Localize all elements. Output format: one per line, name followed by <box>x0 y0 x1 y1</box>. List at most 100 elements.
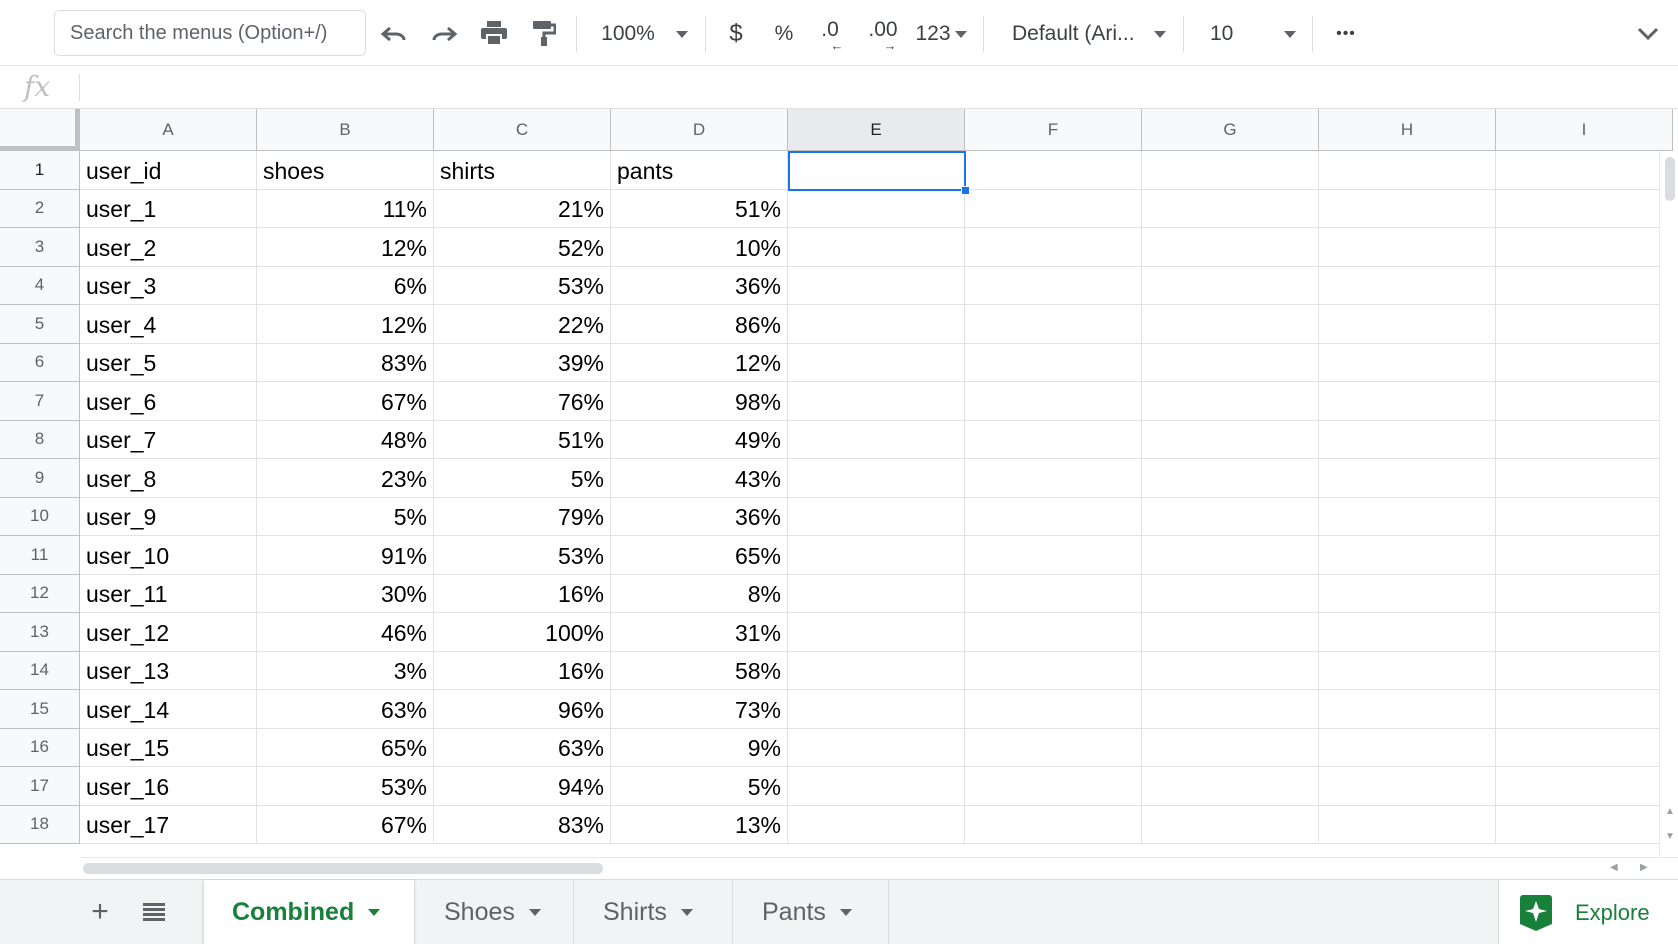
table-cell[interactable] <box>1319 497 1496 536</box>
table-cell[interactable]: 23% <box>257 459 434 498</box>
scroll-right-icon[interactable]: ▶ <box>1640 862 1648 873</box>
table-cell[interactable] <box>1142 536 1319 575</box>
row-header[interactable]: 15 <box>0 690 80 729</box>
all-sheets-icon[interactable] <box>138 896 170 928</box>
table-cell[interactable] <box>965 382 1142 421</box>
tab-pants[interactable]: Pants <box>734 880 889 944</box>
tab-shoes[interactable]: Shoes <box>416 880 574 944</box>
table-cell[interactable] <box>788 805 965 844</box>
table-cell[interactable] <box>965 690 1142 729</box>
table-cell[interactable] <box>1496 228 1673 267</box>
table-cell[interactable] <box>965 728 1142 767</box>
more-formats-button[interactable]: 123 <box>912 16 970 52</box>
table-cell[interactable]: 58% <box>611 651 788 690</box>
redo-icon[interactable] <box>426 16 462 52</box>
table-cell[interactable] <box>1142 574 1319 613</box>
table-cell[interactable]: user_7 <box>80 420 257 459</box>
row-header[interactable]: 6 <box>0 343 80 382</box>
table-cell[interactable] <box>965 420 1142 459</box>
table-cell[interactable]: 76% <box>434 382 611 421</box>
table-cell[interactable] <box>1496 613 1673 652</box>
table-cell[interactable] <box>788 266 965 305</box>
table-cell[interactable]: 51% <box>611 189 788 228</box>
table-cell[interactable]: 5% <box>434 459 611 498</box>
table-cell[interactable] <box>1496 651 1673 690</box>
table-cell[interactable] <box>1319 536 1496 575</box>
table-cell[interactable]: user_4 <box>80 305 257 344</box>
horizontal-scroll-thumb[interactable] <box>83 863 603 874</box>
table-cell[interactable] <box>788 574 965 613</box>
table-cell[interactable]: 83% <box>434 805 611 844</box>
row-header[interactable]: 14 <box>0 651 80 690</box>
table-cell[interactable] <box>1319 382 1496 421</box>
table-cell[interactable]: 11% <box>257 189 434 228</box>
table-cell[interactable] <box>788 613 965 652</box>
table-cell[interactable]: 12% <box>257 305 434 344</box>
table-cell[interactable] <box>965 613 1142 652</box>
table-cell[interactable]: 3% <box>257 651 434 690</box>
row-header[interactable]: 12 <box>0 574 80 613</box>
table-cell[interactable] <box>1496 690 1673 729</box>
table-cell[interactable] <box>1496 343 1673 382</box>
table-cell[interactable] <box>1319 651 1496 690</box>
table-cell[interactable]: user_id <box>80 151 257 190</box>
horizontal-scrollbar[interactable]: ◀ ▶ <box>80 857 1678 879</box>
currency-format-button[interactable]: $ <box>720 16 752 52</box>
table-cell[interactable]: 96% <box>434 690 611 729</box>
table-cell[interactable] <box>788 497 965 536</box>
table-cell[interactable] <box>1319 189 1496 228</box>
table-cell[interactable] <box>1319 343 1496 382</box>
table-cell[interactable]: 16% <box>434 574 611 613</box>
table-cell[interactable]: 67% <box>257 382 434 421</box>
table-cell[interactable] <box>1142 420 1319 459</box>
table-cell[interactable] <box>1319 228 1496 267</box>
table-cell[interactable] <box>1496 266 1673 305</box>
row-header[interactable]: 2 <box>0 189 80 228</box>
table-cell[interactable]: 13% <box>611 805 788 844</box>
table-cell[interactable] <box>788 151 965 190</box>
table-cell[interactable]: 91% <box>257 536 434 575</box>
print-icon[interactable] <box>476 15 512 51</box>
column-header-i[interactable]: I <box>1496 109 1673 151</box>
column-header-c[interactable]: C <box>434 109 611 151</box>
scroll-up-icon[interactable]: ▲ <box>1665 806 1675 817</box>
row-header[interactable]: 1 <box>0 151 80 190</box>
table-cell[interactable]: pants <box>611 151 788 190</box>
fill-handle[interactable] <box>961 185 970 195</box>
table-cell[interactable]: user_5 <box>80 343 257 382</box>
table-cell[interactable]: 39% <box>434 343 611 382</box>
table-cell[interactable]: 67% <box>257 805 434 844</box>
table-cell[interactable]: 65% <box>257 728 434 767</box>
table-cell[interactable]: 63% <box>257 690 434 729</box>
scroll-left-icon[interactable]: ◀ <box>1610 862 1618 873</box>
table-cell[interactable]: 86% <box>611 305 788 344</box>
table-cell[interactable]: user_1 <box>80 189 257 228</box>
table-cell[interactable]: user_14 <box>80 690 257 729</box>
chevron-down-icon[interactable] <box>680 909 693 916</box>
paint-format-icon[interactable] <box>526 15 562 51</box>
scroll-down-icon[interactable]: ▼ <box>1665 831 1675 842</box>
row-header[interactable]: 10 <box>0 497 80 536</box>
table-cell[interactable] <box>965 459 1142 498</box>
table-cell[interactable]: 30% <box>257 574 434 613</box>
table-cell[interactable]: shoes <box>257 151 434 190</box>
table-cell[interactable] <box>1142 382 1319 421</box>
table-cell[interactable]: 52% <box>434 228 611 267</box>
table-cell[interactable] <box>1319 574 1496 613</box>
table-cell[interactable] <box>1319 420 1496 459</box>
table-cell[interactable]: 9% <box>611 728 788 767</box>
table-cell[interactable] <box>1319 690 1496 729</box>
decrease-decimal-button[interactable]: .0 ← <box>812 14 848 54</box>
font-dropdown-icon[interactable] <box>1150 28 1170 40</box>
collapse-toolbar-icon[interactable] <box>1630 16 1666 52</box>
table-cell[interactable] <box>788 651 965 690</box>
table-cell[interactable]: 46% <box>257 613 434 652</box>
table-cell[interactable]: 49% <box>611 420 788 459</box>
row-header[interactable]: 5 <box>0 305 80 344</box>
column-header-g[interactable]: G <box>1142 109 1319 151</box>
table-cell[interactable] <box>965 266 1142 305</box>
row-header[interactable]: 8 <box>0 420 80 459</box>
table-cell[interactable]: user_8 <box>80 459 257 498</box>
table-cell[interactable] <box>1142 228 1319 267</box>
table-cell[interactable] <box>1496 767 1673 806</box>
